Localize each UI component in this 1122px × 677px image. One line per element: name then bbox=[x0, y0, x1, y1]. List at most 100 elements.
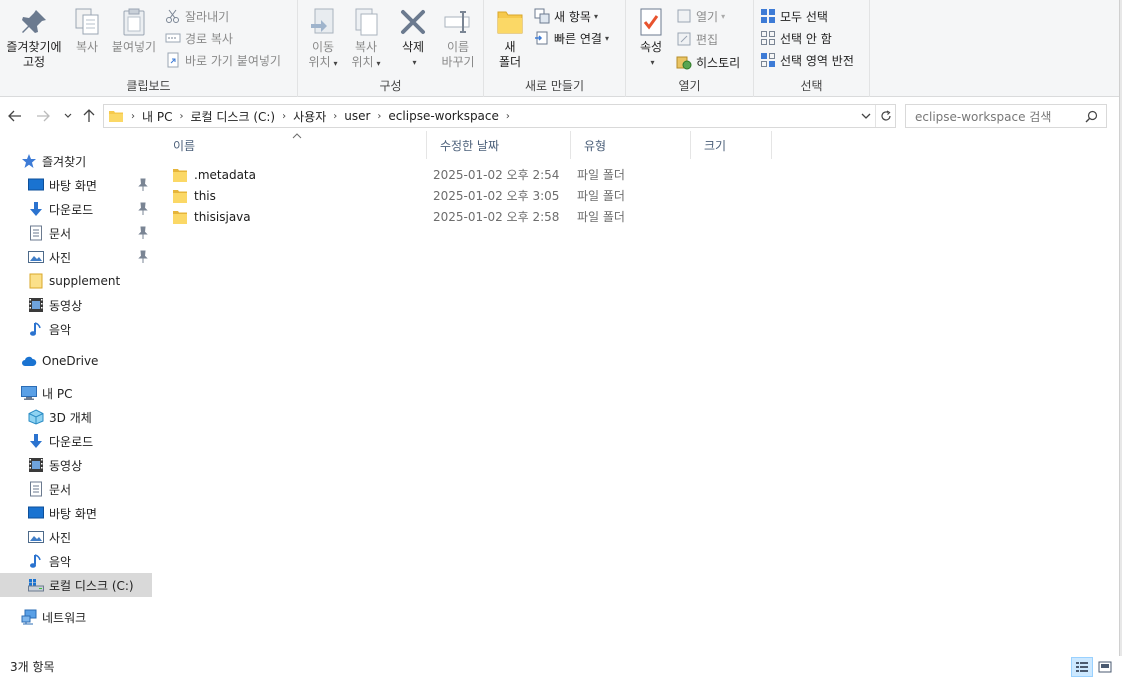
pin-to-quick-access-button[interactable]: 즐겨찾기에 고정 bbox=[2, 6, 66, 70]
nav-pc-music[interactable]: 음악 bbox=[0, 549, 152, 573]
forward-button[interactable] bbox=[33, 106, 53, 126]
nav-pc-videos[interactable]: 동영상 bbox=[0, 453, 152, 477]
nav-3d-objects-label: 3D 개체 bbox=[49, 410, 92, 425]
address-bar[interactable]: › 내 PC › 로컬 디스크 (C:) › 사용자 › user › ecli… bbox=[103, 104, 896, 128]
table-row[interactable]: thisisjava 2025-01-02 오후 2:58 파일 폴더 bbox=[172, 206, 772, 227]
cube-icon bbox=[28, 409, 44, 425]
file-type: 파일 폴더 bbox=[577, 189, 625, 203]
copy-path-button[interactable]: 경로 복사 bbox=[165, 28, 233, 48]
table-row[interactable]: this 2025-01-02 오후 3:05 파일 폴더 bbox=[172, 185, 772, 206]
move-to-button[interactable]: 이동 위치 ▾ bbox=[304, 6, 342, 71]
paste-button[interactable]: 붙여넣기 bbox=[108, 6, 160, 55]
copy-icon bbox=[75, 8, 99, 35]
delete-button[interactable]: 삭제 ▾ bbox=[396, 6, 430, 70]
nav-documents[interactable]: 문서 bbox=[0, 221, 152, 245]
breadcrumb-this-pc[interactable]: 내 PC bbox=[138, 108, 176, 125]
chevron-right-icon[interactable]: › bbox=[279, 111, 289, 122]
up-button[interactable] bbox=[79, 106, 99, 126]
chevron-down-icon bbox=[64, 113, 72, 118]
nav-onedrive[interactable]: OneDrive bbox=[0, 349, 152, 373]
nav-downloads[interactable]: 다운로드 bbox=[0, 197, 152, 221]
organize-group-label: 구성 bbox=[379, 79, 402, 93]
paste-label: 붙여넣기 bbox=[111, 40, 157, 54]
invert-selection-button[interactable]: 선택 영역 반전 bbox=[760, 50, 854, 70]
chevron-right-icon[interactable]: › bbox=[176, 111, 186, 122]
details-view-button[interactable] bbox=[1071, 657, 1093, 677]
open-button[interactable]: 열기 ▾ bbox=[676, 6, 725, 26]
history-button[interactable]: 히스토리 bbox=[676, 52, 740, 72]
nav-music[interactable]: 음악 bbox=[0, 317, 152, 341]
properties-dropdown-caret[interactable]: ▾ bbox=[650, 55, 654, 70]
cut-button[interactable]: 잘라내기 bbox=[165, 6, 229, 26]
nav-this-pc[interactable]: 내 PC bbox=[0, 381, 152, 405]
breadcrumb-local-disk[interactable]: 로컬 디스크 (C:) bbox=[186, 108, 279, 125]
new-item-icon bbox=[534, 8, 550, 24]
pin-label-1: 즐겨찾기에 bbox=[6, 40, 62, 54]
search-input[interactable]: eclipse-workspace 검색 bbox=[905, 104, 1107, 128]
folder-icon bbox=[29, 273, 43, 289]
nav-quick-access-label: 즐겨찾기 bbox=[42, 154, 87, 169]
chevron-right-icon[interactable]: › bbox=[374, 111, 384, 122]
column-header-name[interactable]: 이름 bbox=[160, 131, 427, 159]
new-item-button[interactable]: 새 항목 ▾ bbox=[534, 6, 598, 26]
music-note-icon bbox=[30, 322, 41, 336]
nav-3d-objects[interactable]: 3D 개체 bbox=[0, 405, 152, 429]
nav-pc-desktop[interactable]: 바탕 화면 bbox=[0, 501, 152, 525]
column-header-size[interactable]: 크기 bbox=[691, 131, 772, 159]
select-none-button[interactable]: 선택 안 함 bbox=[760, 28, 832, 48]
chevron-right-icon[interactable]: › bbox=[330, 111, 340, 122]
nav-pc-documents[interactable]: 문서 bbox=[0, 477, 152, 501]
large-icons-view-button[interactable] bbox=[1094, 657, 1116, 677]
nav-pc-videos-label: 동영상 bbox=[49, 458, 83, 473]
breadcrumb-eclipse-workspace[interactable]: eclipse-workspace bbox=[384, 109, 502, 123]
address-dropdown-chevron-icon[interactable] bbox=[857, 111, 875, 121]
open-group-label: 열기 bbox=[678, 79, 701, 93]
delete-dropdown-caret[interactable]: ▾ bbox=[412, 55, 416, 70]
nav-desktop[interactable]: 바탕 화면 bbox=[0, 173, 152, 197]
edit-button[interactable]: 편집 bbox=[676, 29, 718, 49]
properties-icon bbox=[640, 8, 662, 36]
nav-pictures[interactable]: 사진 bbox=[0, 245, 152, 269]
refresh-icon[interactable] bbox=[875, 105, 895, 127]
breadcrumb-users[interactable]: 사용자 bbox=[289, 108, 330, 125]
file-name: this bbox=[194, 188, 216, 203]
column-header-type[interactable]: 유형 bbox=[571, 131, 691, 159]
pin-icon bbox=[138, 202, 148, 215]
back-button[interactable] bbox=[5, 106, 25, 126]
table-row[interactable]: .metadata 2025-01-02 오후 2:54 파일 폴더 bbox=[172, 164, 772, 185]
properties-button[interactable]: 속성 ▾ bbox=[634, 6, 668, 70]
column-header-modified[interactable]: 수정한 날짜 bbox=[427, 131, 571, 159]
nav-local-disk[interactable]: 로컬 디스크 (C:) bbox=[0, 573, 152, 597]
search-icon bbox=[1085, 110, 1098, 123]
copy-button[interactable]: 복사 bbox=[70, 6, 104, 55]
picture-icon bbox=[28, 251, 44, 263]
new-group: 새 폴더 새 항목 ▾ 빠른 연결 ▾ 새로 만들기 bbox=[484, 0, 626, 97]
rename-button[interactable]: 이름 바꾸기 bbox=[436, 6, 480, 70]
copy-to-button[interactable]: 복사 위치 ▾ bbox=[346, 6, 386, 71]
music-note-icon bbox=[30, 554, 41, 568]
chevron-right-icon[interactable]: › bbox=[503, 111, 513, 122]
easy-access-button[interactable]: 빠른 연결 ▾ bbox=[534, 28, 609, 48]
picture-icon bbox=[28, 531, 44, 543]
nav-network[interactable]: 네트워크 bbox=[0, 605, 152, 629]
new-folder-icon bbox=[497, 11, 523, 34]
file-list: 이름 수정한 날짜 유형 크기 .metadata 2025-01-02 오후 … bbox=[160, 131, 1115, 658]
nav-supplement-label: supplement bbox=[49, 274, 121, 288]
organize-group: 이동 위치 ▾ 복사 위치 ▾ 삭제 ▾ 이름 바꾸기 구성 bbox=[298, 0, 484, 97]
nav-pc-pictures[interactable]: 사진 bbox=[0, 525, 152, 549]
drive-icon bbox=[28, 579, 44, 592]
breadcrumb-user[interactable]: user bbox=[340, 109, 374, 123]
chevron-right-icon[interactable]: › bbox=[128, 111, 138, 122]
file-name: .metadata bbox=[194, 167, 256, 182]
recent-locations-button[interactable] bbox=[58, 106, 78, 126]
paste-shortcut-button[interactable]: 바로 가기 붙여넣기 bbox=[165, 50, 281, 70]
new-folder-button[interactable]: 새 폴더 bbox=[494, 6, 526, 70]
select-all-button[interactable]: 모두 선택 bbox=[760, 6, 828, 26]
nav-videos[interactable]: 동영상 bbox=[0, 293, 152, 317]
nav-quick-access[interactable]: 즐겨찾기 bbox=[0, 149, 152, 173]
nav-supplement[interactable]: supplement bbox=[0, 269, 152, 293]
nav-downloads-label: 다운로드 bbox=[49, 202, 94, 217]
nav-pc-downloads[interactable]: 다운로드 bbox=[0, 429, 152, 453]
nav-documents-label: 문서 bbox=[49, 226, 72, 241]
file-type: 파일 폴더 bbox=[577, 210, 625, 224]
